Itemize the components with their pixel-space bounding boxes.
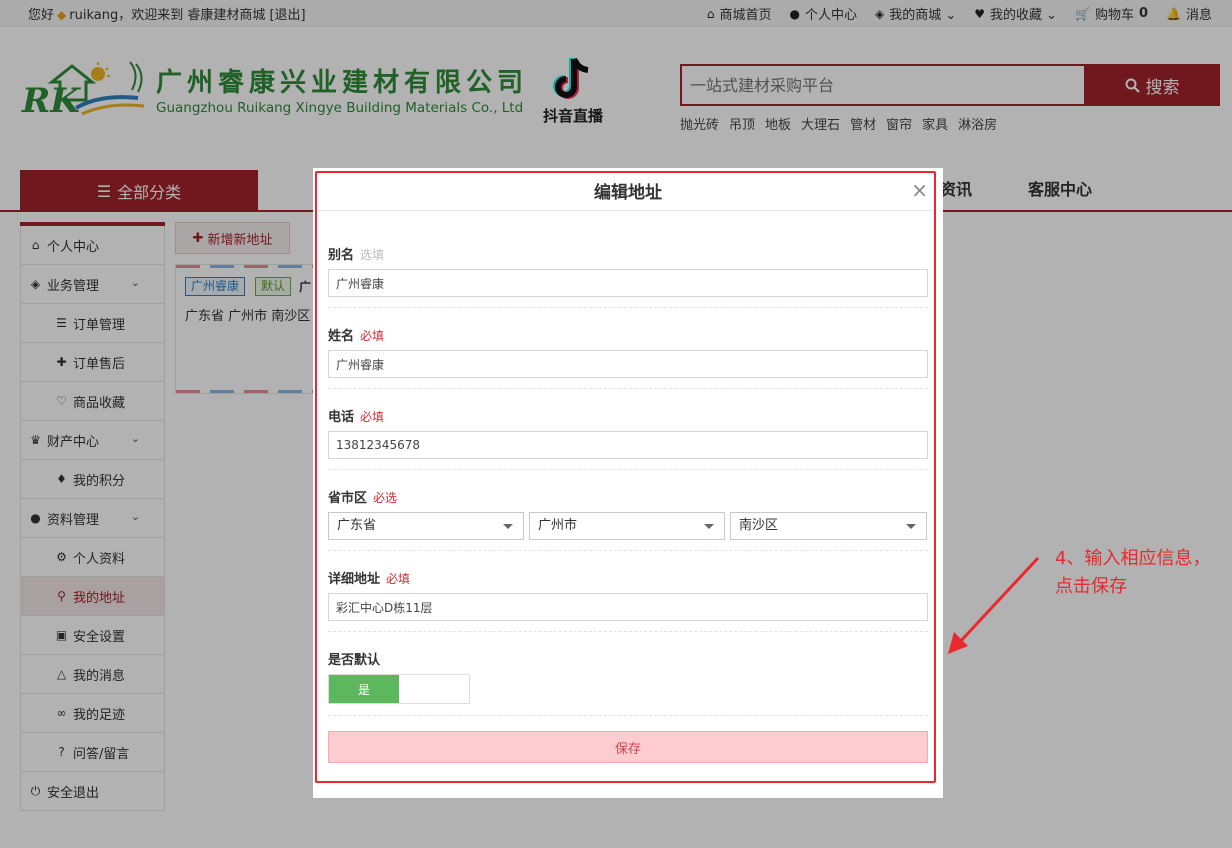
district-select[interactable]: 南沙区 (730, 512, 927, 540)
close-icon[interactable]: × (911, 178, 928, 202)
field-separator (328, 388, 928, 389)
phone-field-wrap (328, 431, 928, 459)
phone-label-text: 电话 (328, 410, 355, 425)
district-value: 南沙区 (739, 518, 779, 533)
name-hint: 必填 (360, 329, 385, 343)
default-toggle[interactable]: 是 (328, 674, 470, 704)
phone-input[interactable] (329, 432, 927, 458)
field-separator (328, 550, 928, 551)
field-separator (328, 469, 928, 470)
detail-address-input[interactable] (329, 594, 927, 620)
modal-title: 编辑地址 (594, 183, 662, 203)
alias-input[interactable] (329, 270, 927, 296)
field-separator (328, 715, 928, 716)
dropdown-arrow-icon (503, 524, 513, 529)
alias-hint: 选填 (360, 248, 385, 262)
detail-field-wrap (328, 593, 928, 621)
city-select[interactable]: 广州市 (529, 512, 725, 540)
field-separator (328, 307, 928, 308)
name-label: 姓名 必填 (328, 325, 384, 344)
region-label: 省市区 必选 (328, 487, 397, 506)
field-separator (328, 631, 928, 632)
city-value: 广州市 (538, 518, 578, 533)
province-value: 广东省 (337, 518, 377, 533)
region-label-text: 省市区 (328, 491, 368, 506)
modal-divider (316, 210, 936, 211)
dropdown-arrow-icon (906, 524, 916, 529)
detail-hint: 必填 (386, 572, 411, 586)
tutorial-annotation: 4、输入相应信息，点击保存 (1055, 548, 1211, 597)
dropdown-arrow-icon (704, 524, 714, 529)
detail-label-text: 详细地址 (328, 572, 381, 587)
detail-address-label: 详细地址 必填 (328, 568, 410, 587)
default-label: 是否默认 (328, 649, 380, 668)
name-field-wrap (328, 350, 928, 378)
save-button[interactable]: 保存 (328, 731, 928, 763)
alias-label: 别名 选填 (328, 244, 384, 263)
name-input[interactable] (329, 351, 927, 377)
toggle-on-state: 是 (329, 675, 399, 703)
edit-address-modal: 编辑地址 × 别名选填 姓名必填 电话必填 省市区必选 广东省 广州市 南沙区 … (313, 168, 943, 798)
name-label-text: 姓名 (328, 329, 355, 344)
default-label-text: 是否默认 (328, 653, 381, 668)
alias-label-text: 别名 (328, 248, 355, 263)
alias-field-wrap (328, 269, 928, 297)
phone-hint: 必填 (360, 410, 385, 424)
region-hint: 必选 (373, 491, 398, 505)
phone-label: 电话 必填 (328, 406, 384, 425)
province-select[interactable]: 广东省 (328, 512, 524, 540)
annotation-arrow-icon (948, 556, 1040, 654)
